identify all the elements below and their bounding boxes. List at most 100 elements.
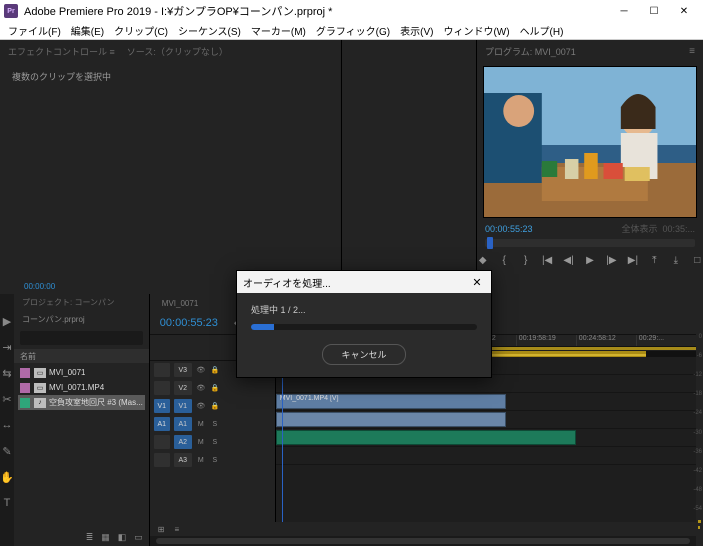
track-lock-icon[interactable]: 🔒 <box>210 401 220 411</box>
track-header-a2[interactable]: A2 M S <box>150 433 275 451</box>
list-view-icon[interactable]: ≣ <box>86 532 94 543</box>
program-scrubber[interactable] <box>485 239 695 247</box>
menu-clip[interactable]: クリップ(C) <box>114 23 168 38</box>
project-item[interactable]: ♪ 空負攻室地回尺 #3 (Mas... <box>18 395 145 410</box>
export-frame-icon[interactable]: □ <box>692 253 703 267</box>
program-playhead[interactable] <box>487 237 493 249</box>
track-target-v3[interactable] <box>154 363 170 377</box>
extract-icon[interactable]: ⤓ <box>670 253 681 267</box>
label-color-swatch <box>20 398 30 408</box>
tl-footer-icon[interactable]: ⊞ <box>158 525 165 534</box>
track-label-v3[interactable]: V3 <box>174 363 192 377</box>
track-select-tool-icon[interactable]: ⇥ <box>0 340 14 354</box>
tab-program[interactable]: プログラム: MVI_0071 <box>485 45 576 58</box>
timeline-zoom-scroll[interactable] <box>150 536 696 546</box>
mark-in-icon[interactable]: { <box>498 253 509 267</box>
close-window-button[interactable]: ✕ <box>669 1 699 21</box>
timeline-timecode[interactable]: 00:00:55:23 <box>160 317 218 329</box>
tab-source[interactable]: ソース:（クリップなし） <box>127 45 228 58</box>
ripple-tool-icon[interactable]: ⇆ <box>0 366 14 380</box>
hand-tool-icon[interactable]: ✋ <box>0 470 14 484</box>
video-clip[interactable]: MVI_0071.MP4 [V] <box>276 394 506 409</box>
program-frame-image <box>484 67 696 217</box>
tab-sequence[interactable]: MVI_0071 <box>162 299 198 308</box>
program-timecode-left[interactable]: 00:00:55:23 <box>485 224 533 234</box>
track-solo-icon[interactable]: S <box>210 419 220 429</box>
razor-tool-icon[interactable]: ✂ <box>0 392 14 406</box>
play-icon[interactable]: ▶ <box>584 253 595 267</box>
minimize-button[interactable]: ─ <box>609 1 639 21</box>
menu-help[interactable]: ヘルプ(H) <box>520 23 564 38</box>
panel-options-button[interactable]: ≡ <box>685 44 699 58</box>
icon-view-icon[interactable]: ▦ <box>101 532 110 543</box>
lane-a2[interactable] <box>276 429 696 447</box>
project-filter-input[interactable] <box>20 331 143 345</box>
track-label-a1[interactable]: A1 <box>174 417 192 431</box>
lift-icon[interactable]: ⤒ <box>649 253 660 267</box>
track-solo-icon[interactable]: S <box>210 455 220 465</box>
program-monitor[interactable] <box>483 66 697 218</box>
step-fwd-icon[interactable]: |▶ <box>606 253 617 267</box>
track-solo-icon[interactable]: S <box>210 437 220 447</box>
goto-in-icon[interactable]: |◀ <box>541 253 552 267</box>
add-marker-icon[interactable]: ◆ <box>477 253 488 267</box>
effect-controls-panel: エフェクトコントロール ≡ ソース:（クリップなし） 複数のクリップを選択中 <box>0 40 342 294</box>
mark-out-icon[interactable]: } <box>520 253 531 267</box>
track-lock-icon[interactable]: 🔒 <box>210 383 220 393</box>
freeform-view-icon[interactable]: ◧ <box>118 532 127 543</box>
audio-clip-a1[interactable] <box>276 412 506 427</box>
track-target-a3[interactable] <box>154 453 170 467</box>
tl-footer-icon[interactable]: ≡ <box>175 525 180 534</box>
menu-view[interactable]: 表示(V) <box>400 23 433 38</box>
dialog-close-button[interactable]: ✕ <box>469 274 485 290</box>
track-header-v2[interactable]: V2 👁 🔒 <box>150 379 275 397</box>
project-item[interactable]: ▭ MVI_0071 <box>18 365 145 380</box>
track-header-v1[interactable]: V1 V1 👁 🔒 <box>150 397 275 415</box>
track-toggle-output-icon[interactable]: 👁 <box>196 401 206 411</box>
project-column-name[interactable]: 名前 <box>14 349 149 363</box>
menu-sequence[interactable]: シーケンス(S) <box>178 23 241 38</box>
track-label-a2[interactable]: A2 <box>174 435 192 449</box>
track-mute-icon[interactable]: M <box>196 419 206 429</box>
track-label-a3[interactable]: A3 <box>174 453 192 467</box>
track-target-v2[interactable] <box>154 381 170 395</box>
window-title: Adobe Premiere Pro 2019 - I:¥ガンプラOP¥コーンパ… <box>24 3 609 19</box>
track-mute-icon[interactable]: M <box>196 437 206 447</box>
lane-v1[interactable]: MVI_0071.MP4 [V] <box>276 393 696 411</box>
track-mute-icon[interactable]: M <box>196 455 206 465</box>
maximize-button[interactable]: ☐ <box>639 1 669 21</box>
track-label-v1[interactable]: V1 <box>174 399 192 413</box>
menu-marker[interactable]: マーカー(M) <box>251 23 306 38</box>
track-target-a1[interactable]: A1 <box>154 417 170 431</box>
cancel-button[interactable]: キャンセル <box>322 344 405 365</box>
step-back-icon[interactable]: ◀| <box>563 253 574 267</box>
track-target-a2[interactable] <box>154 435 170 449</box>
menu-edit[interactable]: 編集(E) <box>71 23 104 38</box>
track-header-a1[interactable]: A1 A1 M S <box>150 415 275 433</box>
menu-file[interactable]: ファイル(F) <box>8 23 61 38</box>
menu-window[interactable]: ウィンドウ(W) <box>443 23 509 38</box>
slip-tool-icon[interactable]: ↔ <box>0 418 14 432</box>
type-tool-icon[interactable]: T <box>0 496 14 510</box>
track-lock-icon[interactable]: 🔒 <box>210 365 220 375</box>
menu-graphics[interactable]: グラフィック(G) <box>316 23 390 38</box>
track-toggle-output-icon[interactable]: 👁 <box>196 383 206 393</box>
new-bin-icon[interactable]: ▭ <box>134 532 143 543</box>
lane-a1[interactable] <box>276 411 696 429</box>
tab-effect-controls[interactable]: エフェクトコントロール ≡ <box>8 45 115 58</box>
meter-tick: -48 <box>691 487 703 493</box>
track-header-a3[interactable]: A3 M S <box>150 451 275 469</box>
goto-out-icon[interactable]: ▶| <box>627 253 638 267</box>
program-fit[interactable]: 全体表示 <box>621 224 657 234</box>
lane-a3[interactable] <box>276 447 696 465</box>
tab-project[interactable]: プロジェクト: コーンパン <box>14 294 149 312</box>
track-label-v2[interactable]: V2 <box>174 381 192 395</box>
program-panel: プログラム: MVI_0071 ≡ <box>477 40 703 294</box>
track-toggle-output-icon[interactable]: 👁 <box>196 365 206 375</box>
project-item[interactable]: ▭ MVI_0071.MP4 <box>18 380 145 395</box>
pen-tool-icon[interactable]: ✎ <box>0 444 14 458</box>
selection-tool-icon[interactable]: ▶ <box>0 314 14 328</box>
meter-tick: -24 <box>691 410 703 416</box>
track-target-v1[interactable]: V1 <box>154 399 170 413</box>
audio-clip-a2[interactable] <box>276 430 576 445</box>
